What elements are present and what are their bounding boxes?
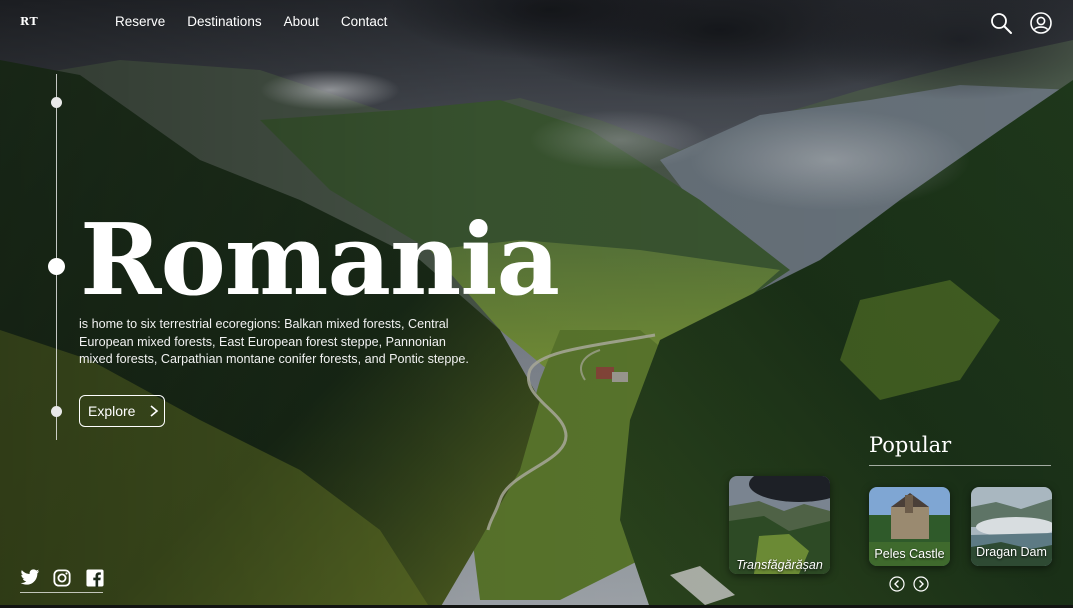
popular-heading: Popular xyxy=(869,433,952,457)
hero-title: Romania xyxy=(80,203,560,318)
nav-contact[interactable]: Contact xyxy=(341,14,388,29)
facebook-icon[interactable] xyxy=(86,569,106,587)
explore-button[interactable]: Explore xyxy=(79,395,165,427)
popular-carousel-controls xyxy=(889,576,929,592)
search-icon[interactable] xyxy=(989,11,1013,35)
chevron-right-circle-icon[interactable] xyxy=(913,576,929,592)
explore-label: Explore xyxy=(88,403,136,419)
nav-destinations[interactable]: Destinations xyxy=(187,14,261,29)
card-label: Peles Castle xyxy=(874,547,945,561)
user-icon[interactable] xyxy=(1029,11,1053,35)
main-nav: Reserve Destinations About Contact xyxy=(115,14,387,29)
timeline-dot-active[interactable] xyxy=(48,258,65,275)
popular-card-peles-castle[interactable]: Peles Castle xyxy=(869,487,950,566)
popular-divider xyxy=(869,465,1051,466)
header-actions xyxy=(989,11,1053,35)
card-label: Transfăgărășan xyxy=(736,558,823,572)
timeline-dot-1[interactable] xyxy=(51,97,62,108)
twitter-icon[interactable] xyxy=(20,569,40,587)
nav-about[interactable]: About xyxy=(284,14,319,29)
popular-card-transfagarasan[interactable]: Transfăgărășan xyxy=(729,476,830,574)
social-divider xyxy=(20,592,103,593)
chevron-left-circle-icon[interactable] xyxy=(889,576,905,592)
site-logo[interactable]: RT xyxy=(20,15,38,28)
instagram-icon[interactable] xyxy=(53,569,73,587)
timeline-dot-3[interactable] xyxy=(51,406,62,417)
social-links xyxy=(20,569,106,587)
card-label: Dragan Dam xyxy=(976,545,1047,559)
chevron-right-icon xyxy=(150,405,159,417)
timeline-line xyxy=(56,74,57,440)
nav-reserve[interactable]: Reserve xyxy=(115,14,165,29)
hero-description: is home to six terrestrial ecoregions: B… xyxy=(79,317,469,367)
popular-card-dragan-dam[interactable]: Dragan Dam xyxy=(971,487,1052,566)
